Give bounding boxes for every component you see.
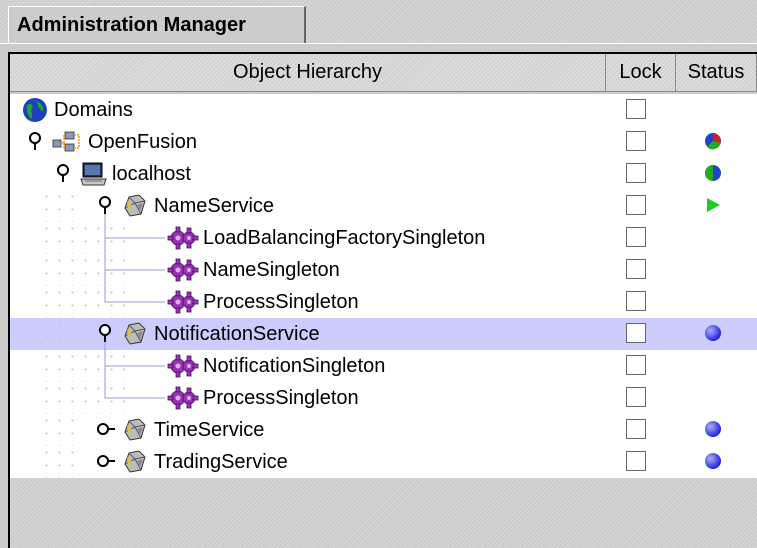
table-header: Object Hierarchy Lock Status (10, 54, 757, 94)
column-header-lock[interactable]: Lock (606, 54, 676, 92)
tab-administration-manager[interactable]: Administration Manager (8, 6, 306, 44)
tab-label: Administration Manager (17, 14, 246, 36)
tab-strip: Administration Manager (0, 0, 757, 44)
empty-panel-area (10, 478, 757, 548)
column-header-label: Object Hierarchy (233, 61, 382, 83)
tree-connector-lines (104, 214, 165, 399)
column-header-object-hierarchy[interactable]: Object Hierarchy (10, 54, 606, 92)
column-header-label: Status (687, 61, 745, 83)
column-header-status[interactable]: Status (676, 54, 757, 92)
tab-divider (0, 43, 757, 44)
column-header-label: Lock (619, 61, 662, 83)
object-hierarchy-tree: Domains OpenFusion localhost NameService Loa… (10, 94, 757, 478)
